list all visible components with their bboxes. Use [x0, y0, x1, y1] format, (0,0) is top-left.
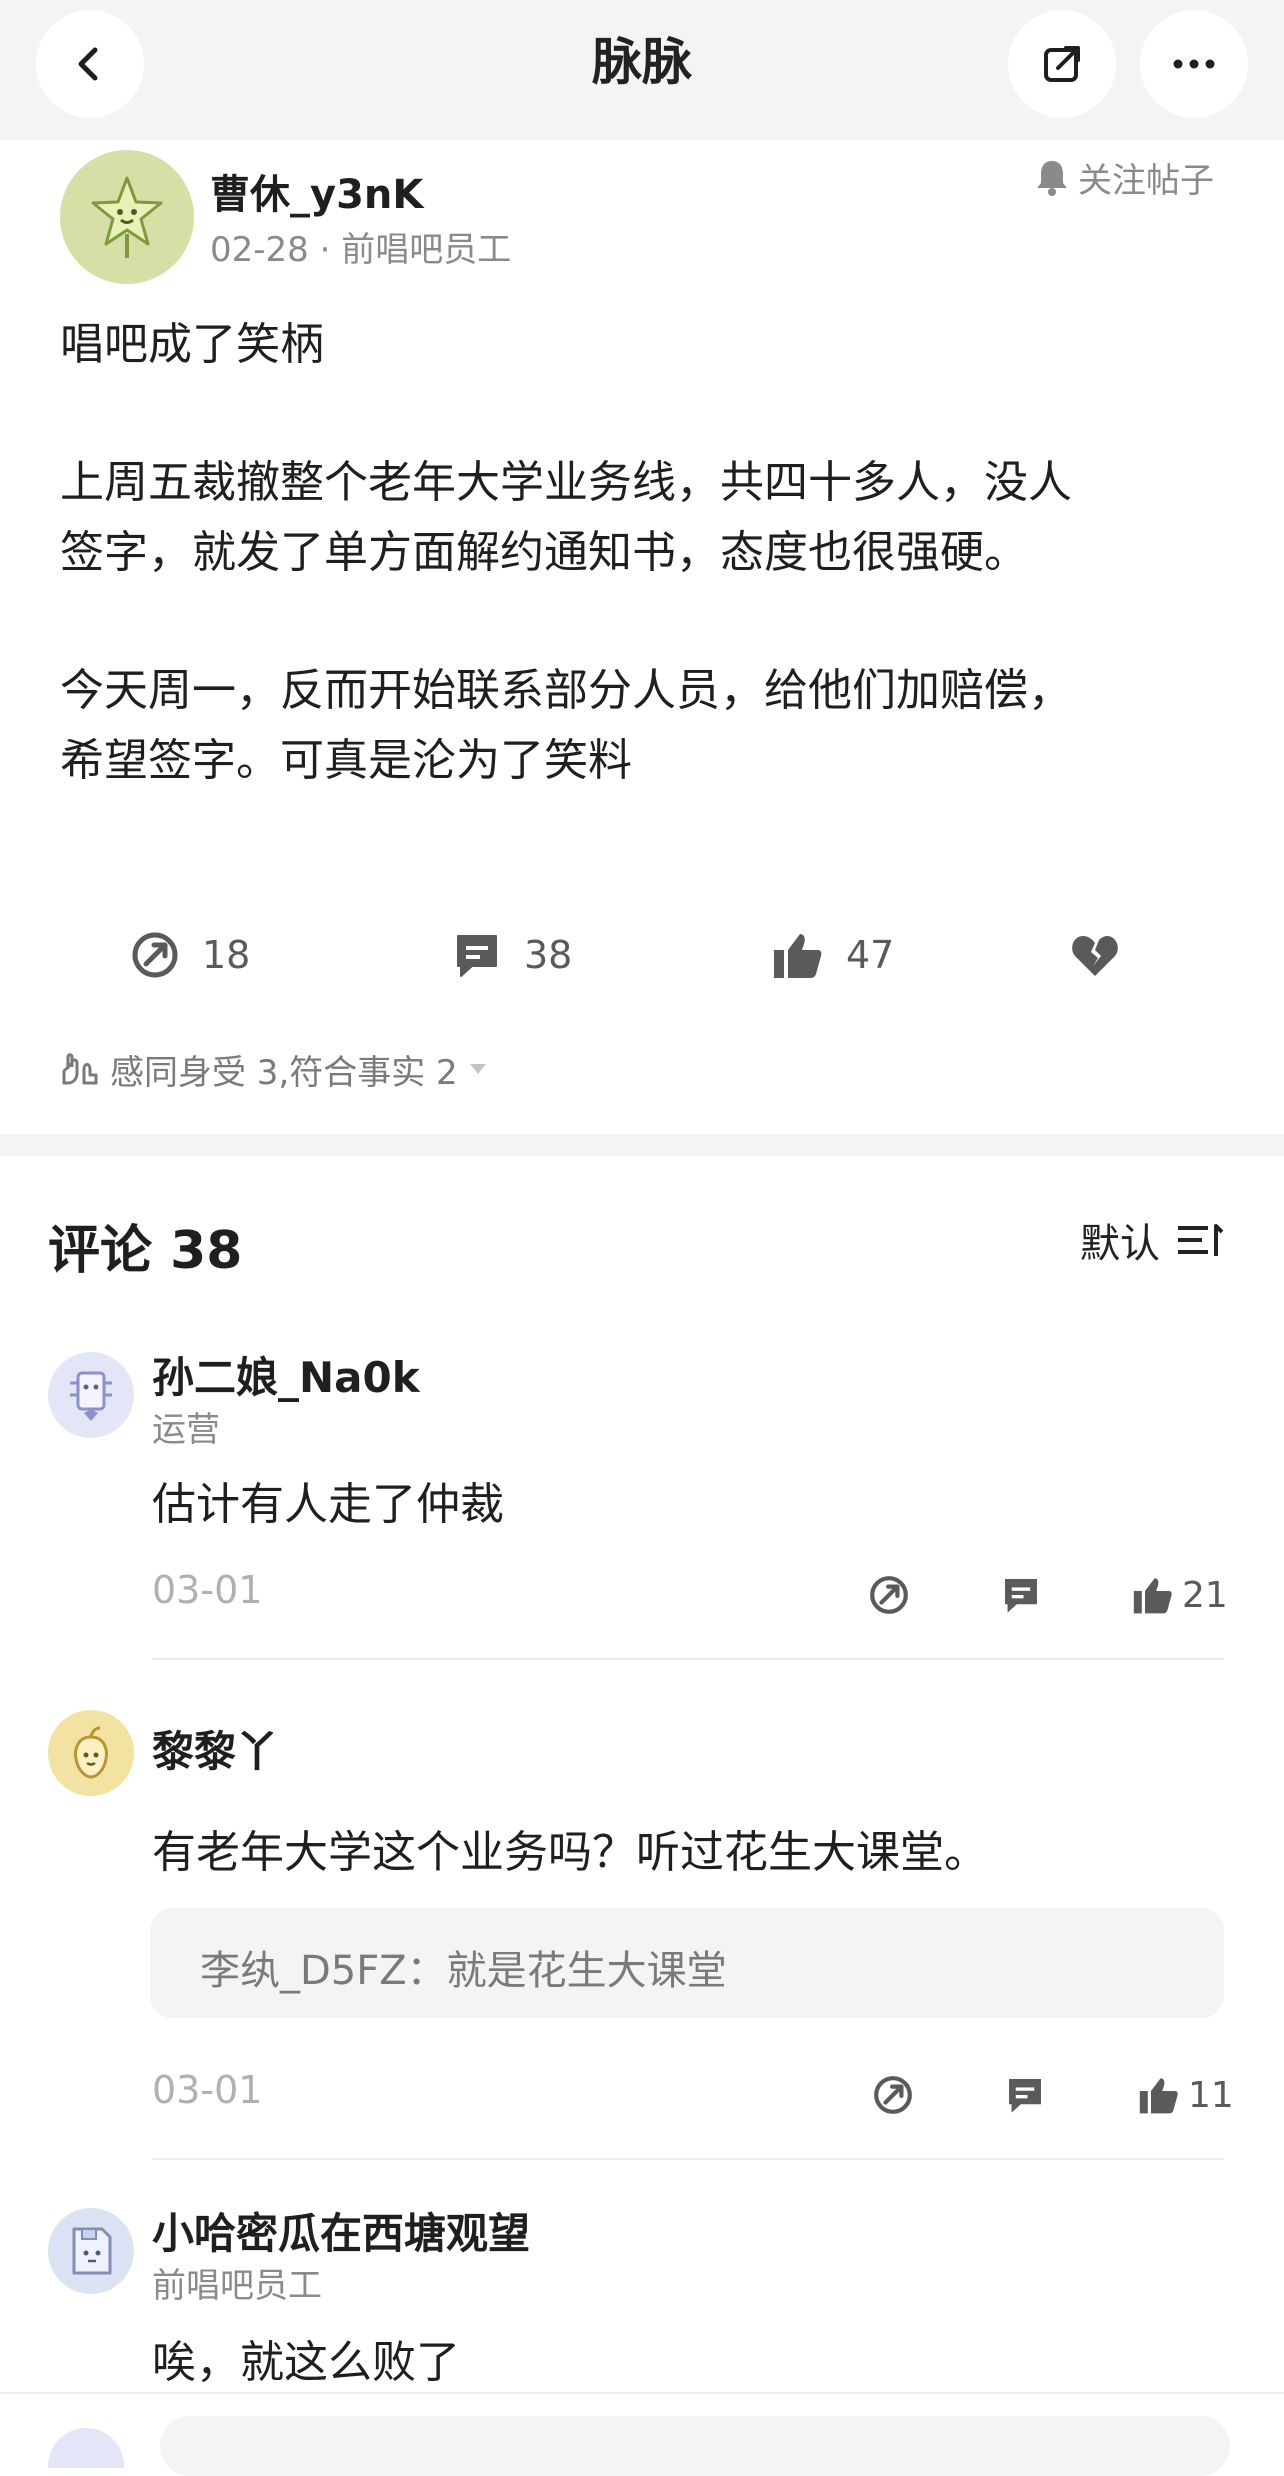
commenter-role: 运营 [152, 1410, 220, 1450]
like-count: 47 [846, 933, 895, 977]
repost-count: 18 [202, 933, 251, 977]
bell-icon [1037, 161, 1067, 196]
quoted-reply-text: 李纨_D5FZ：就是花生大课堂 [200, 1948, 727, 1994]
commenter-name[interactable]: 孙二娘_Na0k [152, 1344, 420, 1405]
reaction-summary[interactable]: 感同身受 3,符合事实 2 [60, 1046, 488, 1093]
floppy-avatar-icon [72, 2227, 112, 2275]
repost-button[interactable] [864, 1570, 914, 1620]
comment-icon [1005, 1579, 1037, 1613]
comment-action[interactable]: 38 [452, 922, 572, 988]
share-button[interactable] [1008, 10, 1116, 118]
thumbs-up-icon [1133, 1578, 1172, 1614]
comment-text: 唉，就这么败了 [152, 2337, 460, 2388]
commenter-avatar[interactable] [48, 1710, 134, 1796]
comment-like-button[interactable]: 11 [1138, 2070, 1234, 2120]
sort-label: 默认 [1080, 1221, 1160, 1267]
sort-button[interactable]: 默认 [1080, 1212, 1224, 1268]
repost-button[interactable] [868, 2070, 918, 2120]
commenter-name[interactable]: 小哈密瓜在西塘观望 [152, 2200, 530, 2261]
follow-post-button[interactable]: 关注帖子 [1034, 152, 1214, 202]
comment-separator [152, 1658, 1224, 1660]
thumbs-up-icon [774, 934, 822, 978]
comment-icon [457, 935, 497, 977]
post-body-line: 签字，就发了单方面解约通知书，态度也很强硬。 [60, 527, 1028, 578]
commenter-avatar[interactable] [48, 2208, 134, 2294]
section-divider [0, 1134, 1284, 1156]
dislike-action[interactable] [1070, 922, 1120, 988]
commenter-role: 前唱吧员工 [152, 2266, 322, 2306]
post-title: 唱吧成了笑柄 [60, 319, 324, 370]
more-icon [1173, 59, 1215, 69]
comment-text: 估计有人走了仲裁 [152, 1479, 504, 1530]
repost-icon [132, 932, 178, 978]
more-button[interactable] [1140, 10, 1248, 118]
post-body-line: 今天周一，反而开始联系部分人员，给他们加赔偿， [60, 665, 1072, 716]
broken-heart-icon [1072, 936, 1118, 976]
reaction-text: 感同身受 3,符合事实 2 [110, 1052, 458, 1093]
share-icon [1044, 46, 1080, 82]
comment-like-count: 21 [1182, 1574, 1228, 1616]
comment-date: 03-01 [152, 1568, 263, 1612]
comment-separator [152, 2158, 1224, 2160]
comment-count: 38 [524, 933, 573, 977]
repost-icon [874, 2076, 912, 2114]
top-bar: 脉脉 [0, 0, 1284, 140]
post-meta: 02-28 · 前唱吧员工 [210, 230, 512, 270]
comment-input[interactable] [160, 2416, 1230, 2476]
comments-title: 评论 38 [48, 1221, 243, 1281]
thumbs-up-icon [1139, 2078, 1178, 2114]
reply-button[interactable] [996, 1570, 1046, 1620]
reply-button[interactable] [1000, 2070, 1050, 2120]
caret-down-icon [469, 1064, 486, 1074]
robot-avatar-icon [70, 1371, 112, 1421]
comment-like-count: 11 [1188, 2074, 1234, 2116]
hands-icon [62, 1053, 98, 1085]
repost-action[interactable]: 18 [130, 922, 250, 988]
author-avatar[interactable] [60, 150, 194, 284]
fruit-avatar-icon [74, 1726, 108, 1779]
like-action[interactable]: 47 [772, 922, 894, 988]
author-name[interactable]: 曹休_y3nK [210, 162, 423, 220]
bottom-input-bar[interactable] [0, 2392, 1284, 2476]
post-body-line: 希望签字。可真是沦为了笑料 [60, 735, 632, 786]
my-avatar [48, 2428, 124, 2468]
follow-label: 关注帖子 [1078, 160, 1214, 201]
comment-text: 有老年大学这个业务吗？听过花生大课堂。 [152, 1827, 988, 1878]
star-mascot-icon [91, 176, 163, 258]
comment-date: 03-01 [152, 2068, 263, 2112]
comment-like-button[interactable]: 21 [1132, 1570, 1228, 1620]
sort-icon [1178, 1224, 1224, 1256]
commenter-avatar[interactable] [48, 1352, 134, 1438]
commenter-name[interactable]: 黎黎丫 [152, 1718, 278, 1779]
post-body-line: 上周五裁撤整个老年大学业务线，共四十多人，没人 [60, 457, 1072, 508]
repost-icon [870, 1576, 908, 1614]
comment-icon [1009, 2079, 1041, 2113]
